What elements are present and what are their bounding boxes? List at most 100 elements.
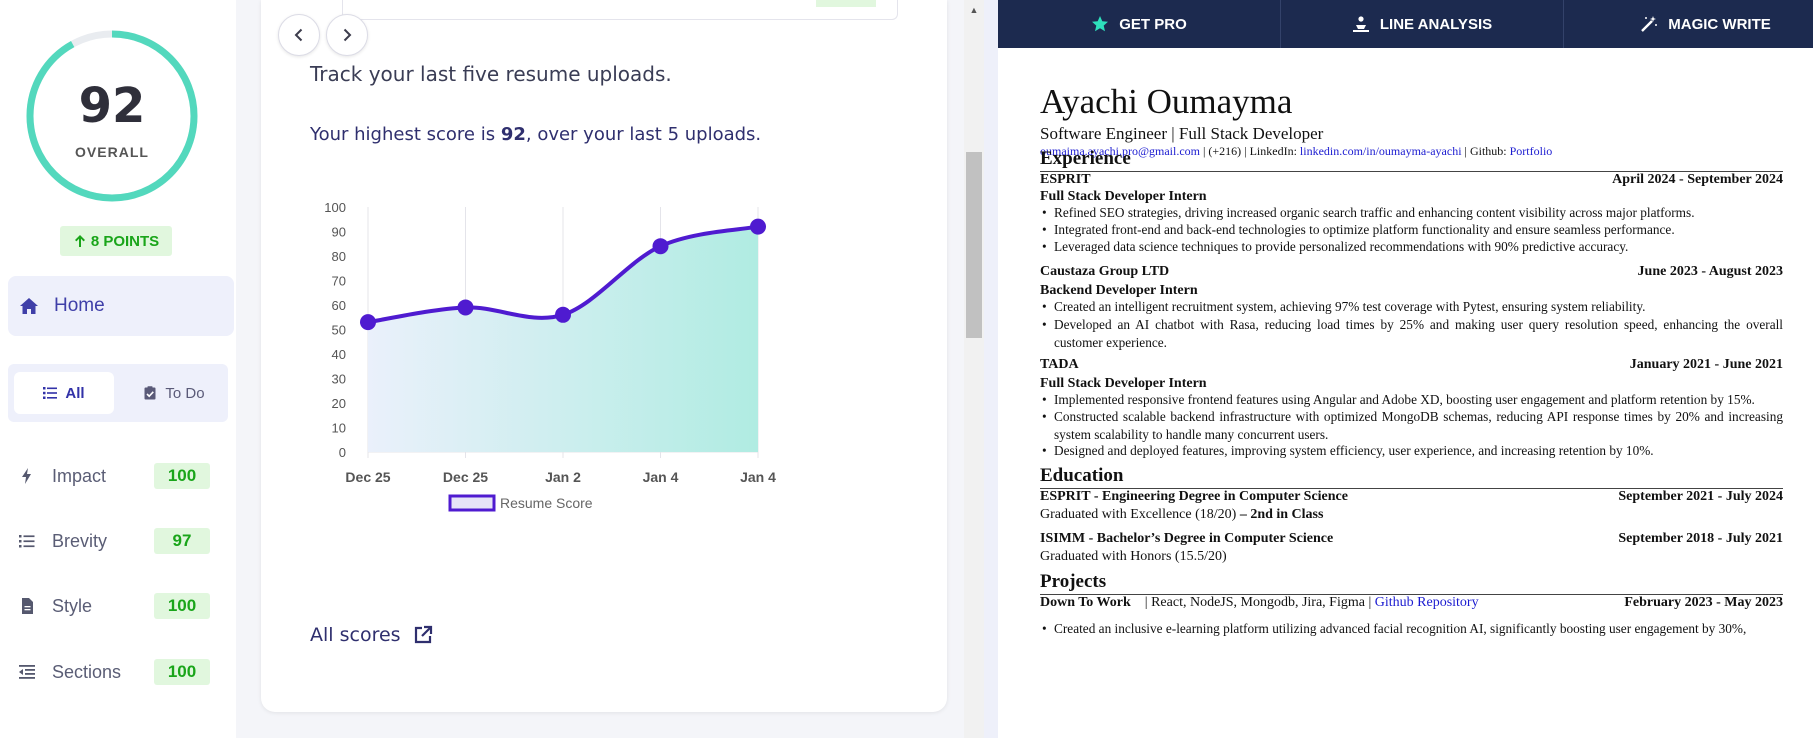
category-brevity-score: 97 bbox=[154, 528, 210, 554]
document-icon bbox=[18, 597, 36, 615]
resume-title: Software Engineer | Full Stack Developer bbox=[1040, 124, 1324, 143]
scrollbar-thumb[interactable] bbox=[966, 152, 982, 338]
section-education-title: Education bbox=[1040, 465, 1124, 486]
experience-1-dates: April 2024 - September 2024 bbox=[1612, 172, 1783, 187]
chart-x-tick-label: Dec 25 bbox=[443, 469, 488, 485]
star-icon bbox=[1092, 16, 1109, 32]
carousel-next-button[interactable] bbox=[326, 14, 368, 56]
section-projects-title: Projects bbox=[1040, 571, 1107, 592]
experience-1-bullet: Leveraged data science techniques to pro… bbox=[1040, 238, 1783, 256]
chevron-right-icon bbox=[343, 28, 352, 42]
experience-2-dates: June 2023 - August 2023 bbox=[1637, 264, 1783, 279]
magic-write-button[interactable]: MAGIC WRITE bbox=[1564, 0, 1813, 48]
track-description: Track your last five resume uploads. bbox=[310, 62, 672, 86]
category-impact[interactable]: Impact 100 bbox=[18, 461, 218, 491]
chart-y-tick-label: 60 bbox=[332, 298, 346, 313]
line-analysis-label: LINE ANALYSIS bbox=[1379, 15, 1493, 33]
experience-1-bullet: Integrated front-end and back-end techno… bbox=[1040, 221, 1783, 239]
chevron-left-icon bbox=[294, 28, 303, 42]
chart-data-point bbox=[652, 238, 669, 255]
magic-write-label: MAGIC WRITE bbox=[1668, 15, 1771, 33]
contact-portfolio[interactable]: Portfolio bbox=[1510, 144, 1553, 158]
highest-value: 92 bbox=[500, 124, 526, 145]
chart-legend-label: Resume Score bbox=[500, 495, 593, 511]
chart-y-tick-label: 100 bbox=[324, 200, 346, 215]
sidebar: 92 OVERALL 8 POINTS Home All To Do Impac… bbox=[0, 0, 236, 738]
category-style[interactable]: Style 100 bbox=[18, 591, 218, 621]
experience-1-bullet: Refined SEO strategies, driving increase… bbox=[1040, 204, 1783, 222]
project-1-github-link[interactable]: Github Repository bbox=[1375, 595, 1479, 610]
project-1-header: Down To Work | React, NodeJS, Mongodb, J… bbox=[1040, 595, 1783, 611]
previous-card-badge bbox=[816, 0, 876, 7]
experience-2-header: Caustaza Group LTD June 2023 - August 20… bbox=[1040, 264, 1783, 280]
chart-y-tick-label: 50 bbox=[332, 323, 346, 338]
points-label: 8 POINTS bbox=[90, 232, 160, 250]
magic-wand-icon bbox=[1641, 16, 1658, 32]
line-analysis-button[interactable]: LINE ANALYSIS bbox=[1281, 0, 1564, 48]
experience-3-header: TADA January 2021 - June 2021 bbox=[1040, 357, 1783, 373]
project-1-stack: | React, NodeJS, Mongodb, Jira, Figma | bbox=[1144, 595, 1375, 610]
education-2-header: ISIMM - Bachelor’s Degree in Computer Sc… bbox=[1040, 531, 1783, 547]
chart-legend-swatch bbox=[448, 494, 496, 512]
chart-data-point bbox=[555, 306, 571, 323]
project-1-title-line: Down To Work | React, NodeJS, Mongodb, J… bbox=[1040, 595, 1479, 611]
experience-2-bullet: Developed an AI chatbot with Rasa, reduc… bbox=[1040, 316, 1783, 352]
category-brevity[interactable]: Brevity 97 bbox=[18, 526, 218, 556]
nav-home-label: Home bbox=[54, 295, 105, 316]
contact-linkedin[interactable]: linkedin.com/in/oumayma-ayachi bbox=[1300, 144, 1462, 158]
home-icon bbox=[20, 298, 38, 314]
previous-card-edge bbox=[342, 0, 898, 20]
overall-score: 92 bbox=[78, 78, 146, 134]
carousel-prev-button[interactable] bbox=[278, 14, 320, 56]
scrollbar-track[interactable] bbox=[964, 0, 984, 738]
chart-y-tick-label: 0 bbox=[339, 445, 346, 460]
filter-tabs: All To Do bbox=[8, 364, 228, 422]
experience-1-role: Full Stack Developer Intern bbox=[1040, 189, 1207, 204]
highest-prefix: Your highest score is bbox=[310, 124, 501, 145]
category-brevity-label: Brevity bbox=[52, 530, 108, 551]
chart-x-tick-label: Dec 25 bbox=[345, 469, 390, 485]
line-analysis-icon bbox=[1352, 16, 1369, 32]
resume-toolbar: GET PRO LINE ANALYSIS MAGIC WRITE bbox=[998, 0, 1813, 48]
category-sections-label: Sections bbox=[52, 661, 122, 682]
chart-x-tick-label: Jan 4 bbox=[643, 469, 679, 485]
experience-3-bullet: Implemented responsive frontend features… bbox=[1040, 391, 1783, 409]
chart-y-tick-label: 80 bbox=[332, 249, 346, 264]
category-sections[interactable]: Sections 100 bbox=[18, 657, 218, 687]
section-experience-title: Experience bbox=[1040, 148, 1131, 169]
project-1-name: Down To Work bbox=[1040, 595, 1131, 610]
tab-all[interactable]: All bbox=[14, 372, 114, 414]
chart-y-tick-label: 20 bbox=[332, 396, 346, 411]
category-style-label: Style bbox=[52, 595, 93, 616]
tab-todo[interactable]: To Do bbox=[124, 372, 224, 414]
external-link-icon bbox=[414, 625, 432, 644]
category-style-score: 100 bbox=[154, 593, 210, 619]
points-badge: 8 POINTS bbox=[60, 226, 172, 256]
project-1-dates: February 2023 - May 2023 bbox=[1624, 595, 1783, 610]
outdent-icon bbox=[18, 663, 36, 681]
education-2-detail: Graduated with Honors (15.5/20) bbox=[1040, 549, 1227, 564]
experience-2-bullet: Created an intelligent recruitment syste… bbox=[1040, 298, 1783, 316]
all-scores-link[interactable]: All scores bbox=[310, 624, 433, 646]
chart-x-tick-label: Jan 4 bbox=[740, 469, 776, 485]
overall-caption: OVERALL bbox=[75, 144, 149, 160]
list-icon bbox=[18, 532, 36, 550]
category-sections-score: 100 bbox=[154, 659, 210, 685]
get-pro-button[interactable]: GET PRO bbox=[998, 0, 1281, 48]
experience-1-header: ESPRIT April 2024 - September 2024 bbox=[1040, 172, 1783, 188]
contact-github-label: Github: bbox=[1469, 144, 1510, 158]
experience-3-dates: January 2021 - June 2021 bbox=[1629, 357, 1783, 372]
highest-score-line: Your highest score is 92, over your last… bbox=[310, 124, 761, 145]
chart-data-point bbox=[360, 314, 376, 331]
education-1-header: ESPRIT - Engineering Degree in Computer … bbox=[1040, 489, 1783, 505]
education-1-detail: Graduated with Excellence (18/20) – 2nd … bbox=[1040, 507, 1323, 523]
experience-1-org: ESPRIT bbox=[1040, 172, 1091, 187]
education-2-school: ISIMM - Bachelor’s Degree in Computer Sc… bbox=[1040, 531, 1334, 546]
nav-home[interactable]: Home bbox=[8, 276, 234, 336]
scroll-up-arrow[interactable]: ▲ bbox=[964, 0, 984, 20]
experience-3-bullet: Constructed scalable backend infrastruct… bbox=[1040, 408, 1783, 444]
bolt-icon bbox=[18, 467, 36, 485]
tab-todo-label: To Do bbox=[165, 384, 205, 402]
education-1-detail-bold: – 2nd in Class bbox=[1236, 507, 1324, 522]
experience-2-role: Backend Developer Intern bbox=[1040, 283, 1198, 298]
